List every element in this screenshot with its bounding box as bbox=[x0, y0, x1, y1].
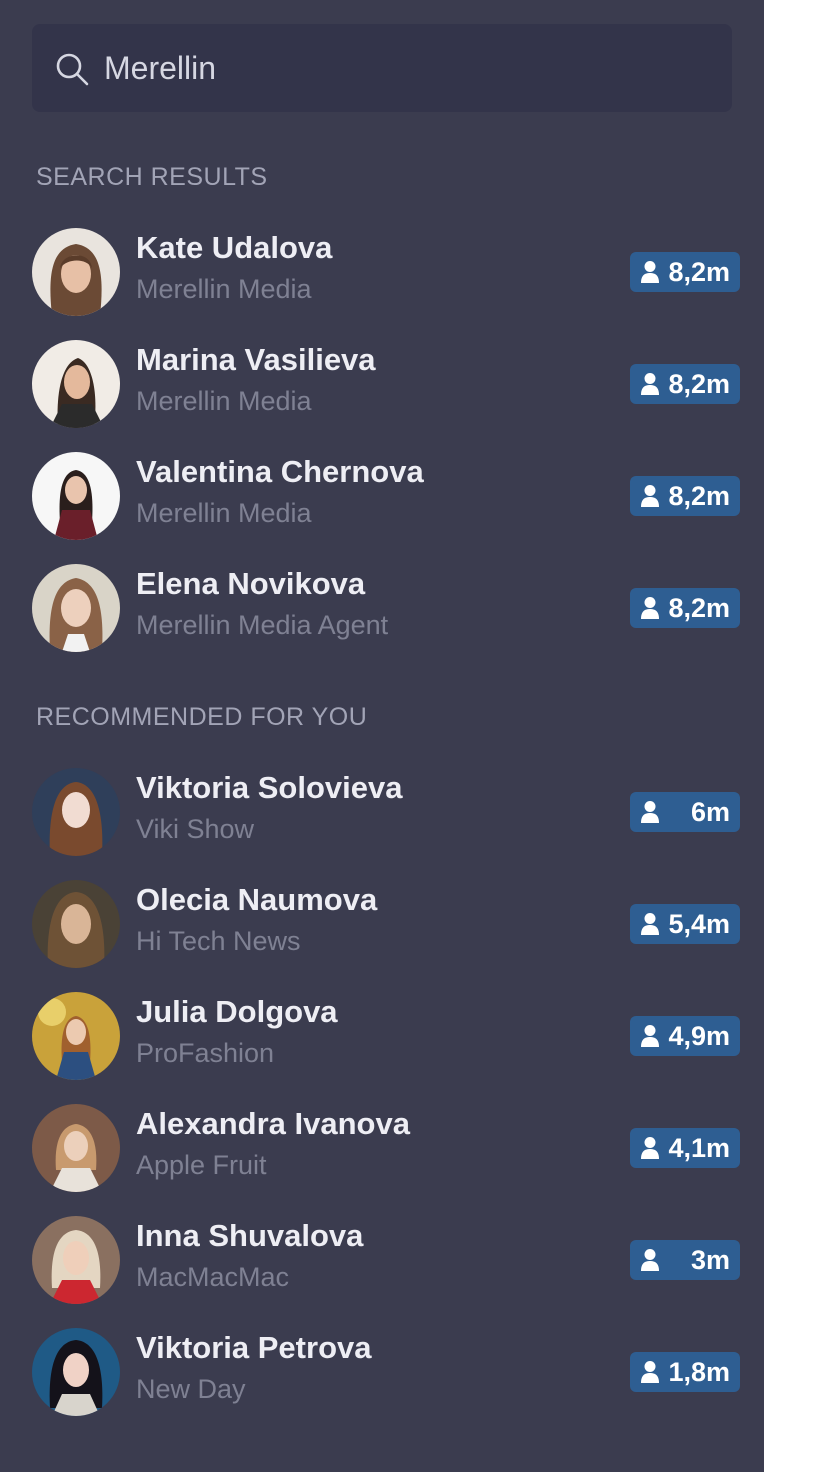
followers-count: 8,2m bbox=[668, 257, 730, 287]
user-channel: Merellin Media bbox=[136, 274, 312, 304]
user-icon bbox=[641, 913, 659, 935]
user-channel: ProFashion bbox=[136, 1038, 275, 1068]
user-name[interactable]: Inna Shuvalova bbox=[136, 1218, 363, 1254]
avatar[interactable] bbox=[32, 1104, 120, 1192]
search-result-row[interactable]: Elena Novikova Merellin Media Agent 8,2m bbox=[32, 564, 740, 652]
search-result-row[interactable]: Marina Vasilieva Merellin Media 8,2m bbox=[32, 340, 740, 428]
user-channel: Apple Fruit bbox=[136, 1150, 267, 1180]
user-icon bbox=[641, 373, 659, 395]
user-icon bbox=[641, 1025, 659, 1047]
user-name[interactable]: Marina Vasilieva bbox=[136, 342, 376, 378]
followers-count: 8,2m bbox=[668, 593, 730, 623]
user-icon bbox=[641, 597, 659, 619]
recommended-row[interactable]: Inna Shuvalova MacMacMac 3m bbox=[32, 1216, 740, 1304]
followers-count: 8,2m bbox=[668, 481, 730, 511]
followers-badge: 8,2m bbox=[630, 588, 740, 628]
user-name[interactable]: Valentina Chernova bbox=[136, 454, 424, 490]
recommended-heading: RECOMMENDED FOR YOU bbox=[36, 703, 368, 731]
avatar[interactable] bbox=[32, 992, 120, 1080]
followers-badge: 5,4m bbox=[630, 904, 740, 944]
recommended-row[interactable]: Viktoria Solovieva Viki Show 6m bbox=[32, 768, 740, 856]
recommended-row[interactable]: Alexandra Ivanova Apple Fruit 4,1m bbox=[32, 1104, 740, 1192]
user-name[interactable]: Julia Dolgova bbox=[136, 994, 338, 1030]
user-icon bbox=[641, 261, 659, 283]
search-bar[interactable] bbox=[32, 24, 732, 112]
search-results-heading: SEARCH RESULTS bbox=[36, 163, 268, 191]
avatar[interactable] bbox=[32, 452, 120, 540]
followers-badge: 4,1m bbox=[630, 1128, 740, 1168]
avatar[interactable] bbox=[32, 228, 120, 316]
search-result-row[interactable]: Kate Udalova Merellin Media 8,2m bbox=[32, 228, 740, 316]
user-name[interactable]: Viktoria Solovieva bbox=[136, 770, 403, 806]
recommended-row[interactable]: Olecia Naumova Hi Tech News 5,4m bbox=[32, 880, 740, 968]
followers-count: 6m bbox=[690, 797, 730, 827]
user-name[interactable]: Elena Novikova bbox=[136, 566, 365, 602]
user-channel: New Day bbox=[136, 1374, 246, 1404]
followers-badge: 8,2m bbox=[630, 364, 740, 404]
user-icon bbox=[641, 1137, 659, 1159]
user-icon bbox=[641, 801, 659, 823]
user-icon bbox=[641, 485, 659, 507]
user-icon bbox=[641, 1249, 659, 1271]
user-name[interactable]: Olecia Naumova bbox=[136, 882, 377, 918]
user-name[interactable]: Viktoria Petrova bbox=[136, 1330, 371, 1366]
avatar[interactable] bbox=[32, 564, 120, 652]
followers-count: 4,1m bbox=[668, 1133, 730, 1163]
followers-badge: 8,2m bbox=[630, 252, 740, 292]
followers-badge: 4,9m bbox=[630, 1016, 740, 1056]
user-channel: Merellin Media bbox=[136, 386, 312, 416]
recommended-row[interactable]: Julia Dolgova ProFashion 4,9m bbox=[32, 992, 740, 1080]
followers-badge: 3m bbox=[630, 1240, 740, 1280]
followers-count: 3m bbox=[690, 1245, 730, 1275]
followers-badge: 8,2m bbox=[630, 476, 740, 516]
followers-badge: 1,8m bbox=[630, 1352, 740, 1392]
avatar[interactable] bbox=[32, 340, 120, 428]
user-channel: MacMacMac bbox=[136, 1262, 290, 1292]
user-channel: Hi Tech News bbox=[136, 926, 301, 956]
search-input[interactable] bbox=[104, 44, 704, 92]
followers-count: 4,9m bbox=[668, 1021, 730, 1051]
user-name[interactable]: Alexandra Ivanova bbox=[136, 1106, 410, 1142]
followers-badge: 6m bbox=[630, 792, 740, 832]
followers-count: 5,4m bbox=[668, 909, 730, 939]
recommended-row[interactable]: Viktoria Petrova New Day 1,8m bbox=[32, 1328, 740, 1416]
user-channel: Merellin Media bbox=[136, 498, 312, 528]
user-channel: Viki Show bbox=[136, 814, 255, 844]
avatar[interactable] bbox=[32, 768, 120, 856]
search-icon bbox=[56, 53, 89, 86]
avatar[interactable] bbox=[32, 880, 120, 968]
search-panel: SEARCH RESULTS Kate Udalova Merellin Med… bbox=[0, 0, 764, 1472]
search-result-row[interactable]: Valentina Chernova Merellin Media 8,2m bbox=[32, 452, 740, 540]
followers-count: 8,2m bbox=[668, 369, 730, 399]
avatar[interactable] bbox=[32, 1216, 120, 1304]
user-name[interactable]: Kate Udalova bbox=[136, 230, 332, 266]
user-icon bbox=[641, 1361, 659, 1383]
avatar[interactable] bbox=[32, 1328, 120, 1416]
user-channel: Merellin Media Agent bbox=[136, 610, 389, 640]
followers-count: 1,8m bbox=[668, 1357, 730, 1387]
